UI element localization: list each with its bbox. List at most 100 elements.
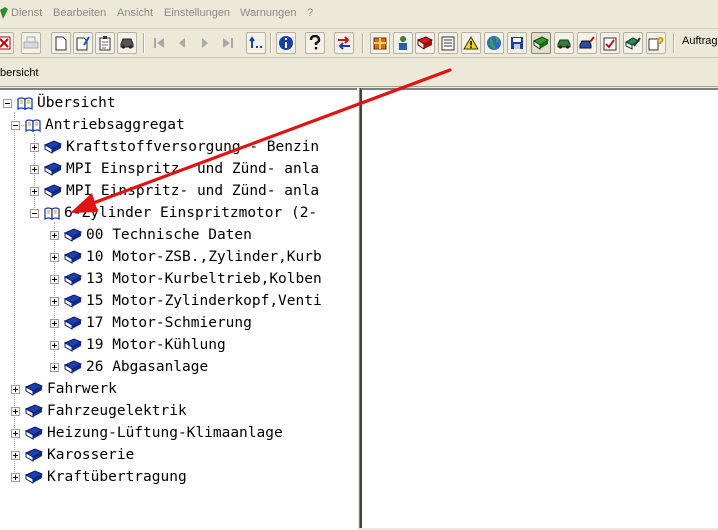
save-button[interactable] <box>507 32 527 54</box>
book-icon <box>64 360 82 374</box>
menu-dienst[interactable]: Dienst <box>11 7 42 19</box>
expand-toggle[interactable] <box>50 362 59 372</box>
first-button[interactable] <box>149 32 169 54</box>
green-car-button[interactable] <box>554 32 574 54</box>
collapse-toggle[interactable] <box>11 120 20 130</box>
expand-toggle[interactable] <box>11 428 20 438</box>
tree-node-fahrzeugelektrik[interactable]: Fahrzeugelektrik <box>11 400 187 422</box>
tree-node-10[interactable]: 10 Motor-ZSB.,Zylinder,Kurb <box>50 246 322 268</box>
up-level-icon <box>249 36 262 48</box>
list-button[interactable] <box>438 32 458 54</box>
toolbar <box>0 29 718 58</box>
new-document-button[interactable] <box>51 32 71 54</box>
green-book-button[interactable] <box>531 32 551 54</box>
sync-button[interactable] <box>334 32 354 54</box>
book-icon <box>25 382 43 396</box>
expand-toggle[interactable] <box>11 472 20 482</box>
green-car-icon <box>557 39 571 49</box>
sync-icon <box>338 36 350 50</box>
expand-toggle[interactable] <box>50 318 59 328</box>
package-button[interactable] <box>370 32 390 54</box>
up-level-button[interactable] <box>246 32 266 54</box>
collapse-toggle[interactable] <box>3 98 12 108</box>
exit-icon <box>0 36 11 50</box>
tree-node-mpi-2[interactable]: MPI Einspritz- und Zünd- anla <box>30 180 319 202</box>
tree-node-fahrwerk[interactable]: Fahrwerk <box>11 378 117 400</box>
navigation-tree: Übersicht Antriebsaggregat Kraftstoffver… <box>0 90 357 530</box>
book-icon <box>25 470 43 484</box>
expand-toggle[interactable] <box>11 450 20 460</box>
red-book-button[interactable] <box>415 32 435 54</box>
wrench-car-icon <box>579 36 595 49</box>
checklist-icon <box>603 37 617 50</box>
help-button[interactable] <box>305 32 325 54</box>
notepad-button[interactable] <box>95 32 115 54</box>
expand-toggle[interactable] <box>50 340 59 350</box>
tree-node-root[interactable]: Übersicht <box>3 92 116 114</box>
next-icon <box>202 38 208 48</box>
previous-button[interactable] <box>172 32 192 54</box>
tree-node-6-zylinder[interactable]: 6-Zylinder Einspritzmotor (2- <box>30 202 317 224</box>
tree-node-kraftstoffversorgung[interactable]: Kraftstoffversorgung - Benzin <box>30 136 319 158</box>
expand-toggle[interactable] <box>50 252 59 262</box>
last-icon <box>223 38 233 48</box>
help-book-button[interactable] <box>646 32 666 54</box>
tree-node-karosserie[interactable]: Karosserie <box>11 444 134 466</box>
help-icon <box>309 35 321 50</box>
tree-pane: Übersicht Antriebsaggregat Kraftstoffver… <box>0 88 357 530</box>
wrench-car-button[interactable] <box>577 32 597 54</box>
expand-toggle[interactable] <box>30 142 39 152</box>
auftrag-label[interactable]: Auftrag <box>682 35 717 47</box>
car-button[interactable] <box>117 32 137 54</box>
expand-toggle[interactable] <box>50 274 59 284</box>
edit-document-button[interactable] <box>73 32 93 54</box>
tree-node-00[interactable]: 00 Technische Daten <box>50 224 252 246</box>
tree-node-17[interactable]: 17 Motor-Schmierung <box>50 312 252 334</box>
exit-button[interactable] <box>0 32 14 54</box>
tree-node-15[interactable]: 15 Motor-Zylinderkopf,Venti <box>50 290 322 312</box>
expand-toggle[interactable] <box>30 164 39 174</box>
tree-node-label: MPI Einspritz- und Zünd- anla <box>66 183 320 199</box>
expand-toggle[interactable] <box>11 384 20 394</box>
tree-node-kraftuebertragung[interactable]: Kraftübertragung <box>11 466 187 488</box>
save-icon <box>511 37 523 49</box>
info-button[interactable] <box>276 32 296 54</box>
tree-node-label: 17 Motor-Schmierung <box>86 315 252 331</box>
menu-einstellungen[interactable]: Einstellungen <box>164 7 230 19</box>
expand-toggle[interactable] <box>50 296 59 306</box>
next-button[interactable] <box>195 32 215 54</box>
tree-node-label: Kraftübertragung <box>47 469 187 485</box>
tree-node-13[interactable]: 13 Motor-Kurbeltrieb,Kolben <box>50 268 322 290</box>
book-icon <box>64 316 82 330</box>
book-icon <box>64 294 82 308</box>
print-button[interactable] <box>21 32 41 54</box>
globe-button[interactable] <box>484 32 504 54</box>
tree-node-antriebsaggregat[interactable]: Antriebsaggregat <box>11 114 185 136</box>
last-button[interactable] <box>218 32 238 54</box>
book-icon <box>25 426 43 440</box>
expand-toggle[interactable] <box>11 406 20 416</box>
menu-ansicht[interactable]: Ansicht <box>117 7 153 19</box>
book-icon <box>64 272 82 286</box>
new-document-icon <box>55 36 67 50</box>
book-icon <box>44 162 62 176</box>
pencil-book-button[interactable] <box>623 32 643 54</box>
warning-button[interactable] <box>461 32 481 54</box>
tree-node-26[interactable]: 26 Abgasanlage <box>50 356 208 378</box>
expand-toggle[interactable] <box>30 186 39 196</box>
tab-uebersicht[interactable]: bersicht <box>0 67 39 79</box>
expand-toggle[interactable] <box>50 230 59 240</box>
tree-node-mpi-1[interactable]: MPI Einspritz- und Zünd- anla <box>30 158 319 180</box>
menu-warnungen[interactable]: Warnungen <box>240 7 296 19</box>
tree-node-19[interactable]: 19 Motor-Kühlung <box>50 334 226 356</box>
red-book-icon <box>417 36 433 50</box>
book-icon <box>64 228 82 242</box>
menu-help[interactable]: ? <box>307 7 313 19</box>
tree-node-label: 10 Motor-ZSB.,Zylinder,Kurb <box>86 249 322 265</box>
tree-node-label: Karosserie <box>47 447 135 463</box>
collapse-toggle[interactable] <box>30 208 39 218</box>
menu-bearbeiten[interactable]: Bearbeiten <box>53 7 106 19</box>
person-button[interactable] <box>393 32 413 54</box>
checklist-button[interactable] <box>600 32 620 54</box>
tree-node-heizung[interactable]: Heizung-Lüftung-Klimaanlage <box>11 422 283 444</box>
